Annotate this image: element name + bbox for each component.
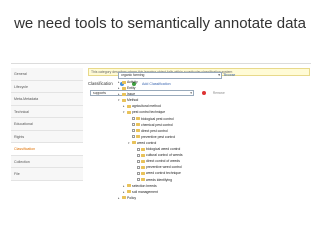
folder-icon: [141, 153, 145, 157]
checkbox-icon[interactable]: [132, 123, 135, 127]
checkbox-icon[interactable]: [137, 147, 140, 151]
sidebar-item-technical[interactable]: Technical: [11, 105, 83, 118]
folder-icon: [136, 129, 140, 133]
folder-icon: [127, 184, 131, 188]
folder-icon: [141, 159, 145, 163]
folder-icon: [122, 80, 126, 84]
folder-icon: [122, 196, 126, 200]
source-value: organic farming: [121, 73, 145, 77]
folder-icon: [132, 141, 136, 145]
checkbox-icon[interactable]: [137, 165, 140, 169]
checkbox-icon[interactable]: [132, 129, 135, 133]
checkbox-icon[interactable]: [137, 159, 140, 163]
tree-node[interactable]: ▸ Policy: [118, 195, 222, 201]
folder-icon: [136, 135, 140, 139]
folder-icon: [127, 104, 131, 108]
folder-icon: [136, 117, 140, 121]
sidebar-item-meta-metadata[interactable]: Meta-Metadata: [11, 93, 83, 106]
checkbox-icon[interactable]: [137, 171, 140, 175]
classification-label: Classification: [88, 81, 113, 86]
folder-icon: [122, 86, 126, 90]
folder-icon: [141, 178, 145, 181]
chevron-down-icon: ▾: [218, 73, 220, 77]
sidebar-item-rights[interactable]: Rights: [11, 130, 83, 143]
sidebar-item-lifecycle[interactable]: Lifecycle: [11, 80, 83, 93]
tree-node-label: Policy: [127, 195, 137, 200]
source-select[interactable]: organic farming ▾: [118, 72, 222, 79]
purpose-value: supports: [93, 91, 107, 95]
checkbox-icon[interactable]: [137, 153, 140, 157]
checkbox-icon[interactable]: [137, 178, 140, 181]
checkbox-icon[interactable]: [132, 135, 135, 139]
sidebar-item-file[interactable]: File: [11, 168, 83, 181]
folder-icon: [141, 147, 145, 151]
folder-icon: [122, 92, 126, 96]
folder-icon: [122, 98, 126, 102]
folder-icon: [136, 123, 140, 127]
checkbox-icon[interactable]: [132, 117, 135, 121]
folder-icon: [127, 110, 131, 114]
slide-title: we need tools to semantically annotate d…: [14, 15, 306, 32]
sidebar-item-general[interactable]: General: [11, 68, 83, 81]
folder-icon: [141, 165, 145, 169]
folder-icon: [141, 171, 145, 175]
taxonomy-tree: ▸ Activity ▸ Entity ▸ Issue ▾ Method ▸ agricultur…: [118, 79, 222, 240]
sidebar: General Lifecycle Meta-Metadata Technica…: [11, 68, 83, 181]
sidebar-item-educational[interactable]: Educational: [11, 118, 83, 131]
sidebar-item-collection[interactable]: Collection: [11, 155, 83, 168]
browse-link[interactable]: Browse: [224, 72, 235, 79]
sidebar-item-classification[interactable]: Classification: [11, 143, 83, 156]
folder-icon: [127, 190, 131, 194]
